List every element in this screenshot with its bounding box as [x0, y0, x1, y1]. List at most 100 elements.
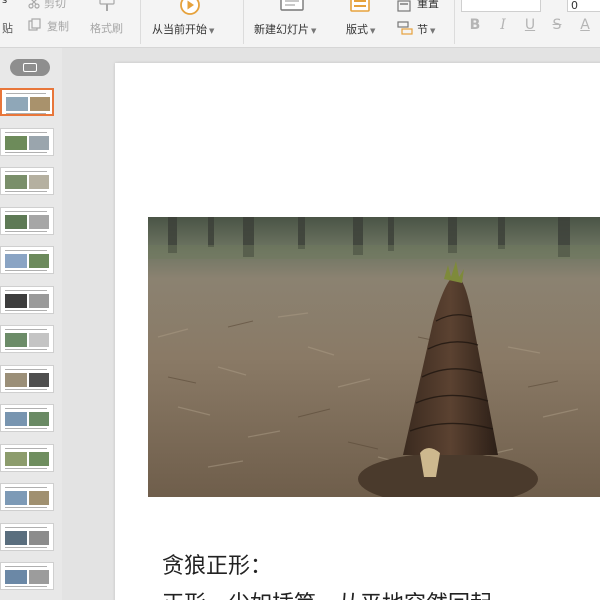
- thumbnail-picture: [5, 214, 27, 229]
- thumbnail-text-line: [5, 566, 47, 567]
- chevron-down-icon[interactable]: ▼: [311, 27, 316, 35]
- chevron-down-icon[interactable]: ▼: [370, 27, 375, 35]
- slide-thumbnail[interactable]: [0, 88, 54, 116]
- thumbnail-text-line: [5, 447, 47, 449]
- ribbon-separator: [243, 0, 244, 44]
- copy-icon[interactable]: [28, 17, 42, 31]
- panel-toggle-button[interactable]: [10, 59, 50, 76]
- play-from-current-label: 从当前开始: [152, 23, 207, 36]
- layout-icon[interactable]: [350, 0, 370, 13]
- section-label: 节: [417, 23, 428, 36]
- thumbnail-picture: [29, 412, 49, 426]
- ribbon-cut-fragment: s: [2, 0, 8, 6]
- new-slide-label: 新建幻灯片: [254, 23, 309, 36]
- thumbnail-picture: [29, 451, 49, 466]
- slide-thumbnail-panel: [0, 48, 62, 600]
- thumbnail-picture: [5, 491, 27, 505]
- reset-button[interactable]: 重置: [417, 0, 439, 11]
- thumbnail-text-line: [5, 428, 47, 429]
- thumbnail-text-line: [5, 289, 47, 291]
- play-circle-icon[interactable]: [178, 0, 202, 17]
- slide-thumbnail[interactable]: [0, 522, 54, 551]
- thumbnail-picture: [29, 135, 49, 150]
- thumbnail-text-line: [5, 151, 47, 153]
- thumbnail-picture: [5, 333, 27, 347]
- scissors-icon[interactable]: [28, 0, 42, 9]
- slide-thumbnail[interactable]: [0, 404, 54, 432]
- thumbnail-picture: [29, 372, 49, 387]
- copy-button[interactable]: 复制: [47, 18, 69, 34]
- thumbnail-picture: [29, 530, 49, 545]
- thumbnail-picture: [5, 254, 27, 268]
- thumbnail-picture: [5, 570, 27, 584]
- format-painter-icon[interactable]: [97, 0, 117, 12]
- thumbnail-text-line: [5, 171, 47, 172]
- layout-label: 版式: [346, 23, 368, 36]
- slide-thumbnail[interactable]: [0, 443, 54, 472]
- section-button[interactable]: 节 ▼: [417, 21, 435, 37]
- thumbnail-picture: [29, 214, 49, 229]
- thumbnail-text-line: [5, 191, 47, 192]
- thumbnail-text-line: [5, 349, 47, 350]
- slide-body-text[interactable]: 正形，尖如插笋，从平地突然回起: [162, 586, 492, 600]
- slide-thumbnail[interactable]: [0, 167, 54, 195]
- italic-button[interactable]: I: [494, 17, 512, 33]
- thumbnail-picture: [5, 175, 27, 189]
- strikethrough-button[interactable]: S: [548, 17, 566, 33]
- thumbnail-text-line: [5, 329, 47, 330]
- thumbnail-picture: [29, 254, 49, 268]
- slides-view-icon: [23, 63, 37, 72]
- slide-thumbnail[interactable]: [0, 127, 54, 156]
- slide-thumbnail[interactable]: [0, 206, 54, 235]
- thumbnail-text-line: [5, 131, 47, 133]
- thumbnail-text-line: [5, 467, 47, 469]
- thumbnail-picture: [29, 491, 49, 505]
- font-name-dropdown[interactable]: [461, 0, 541, 12]
- thumbnail-picture: [5, 451, 27, 466]
- thumbnail-picture: [6, 97, 28, 111]
- new-slide-icon[interactable]: [279, 0, 305, 14]
- reset-icon[interactable]: [397, 0, 411, 12]
- thumbnail-picture: [29, 175, 49, 189]
- chevron-down-icon[interactable]: ▼: [430, 27, 435, 35]
- thumbnail-text-line: [5, 270, 47, 271]
- ribbon-separator: [140, 0, 141, 44]
- thumbnail-text-line: [5, 526, 47, 528]
- slide-thumbnail[interactable]: [0, 325, 54, 353]
- slide-thumbnail[interactable]: [0, 364, 54, 393]
- thumbnail-text-line: [5, 546, 47, 548]
- ribbon-separator: [454, 0, 455, 44]
- thumbnail-picture: [29, 293, 49, 308]
- thumbnail-picture: [29, 570, 49, 584]
- font-size-input[interactable]: 0: [567, 0, 600, 12]
- slide-thumbnail[interactable]: [0, 562, 54, 590]
- chevron-down-icon[interactable]: ▼: [209, 27, 214, 35]
- clipboard-tail-label: 贴: [2, 22, 13, 35]
- thumbnail-text-line: [5, 388, 47, 390]
- slide-heading[interactable]: 贪狼正形：: [162, 548, 272, 580]
- slide-thumbnail[interactable]: [0, 246, 54, 274]
- slide-thumbnail[interactable]: [0, 483, 54, 511]
- thumbnail-text-line: [5, 507, 47, 508]
- thumbnail-text-line: [5, 210, 47, 212]
- underline-button[interactable]: U: [521, 17, 539, 33]
- slide-thumbnail[interactable]: [0, 285, 54, 314]
- bold-button[interactable]: B: [466, 17, 484, 33]
- play-from-current-button[interactable]: 从当前开始 ▼: [152, 21, 214, 37]
- format-painter-button[interactable]: 格式刷: [90, 20, 123, 36]
- thumbnail-picture: [5, 412, 27, 426]
- cut-button[interactable]: 剪切: [44, 0, 66, 11]
- thumbnail-picture: [5, 530, 27, 545]
- section-icon[interactable]: [397, 20, 413, 35]
- font-color-button[interactable]: A: [576, 17, 594, 33]
- thumbnail-text-line: [5, 368, 47, 370]
- thumbnail-text-line: [5, 586, 47, 587]
- bamboo-shoot-photo[interactable]: [148, 217, 600, 497]
- thumbnail-text-line: [5, 250, 47, 251]
- thumbnail-text-line: [5, 487, 47, 488]
- new-slide-button[interactable]: 新建幻灯片 ▼: [254, 21, 316, 37]
- thumbnail-text-line: [5, 408, 47, 409]
- ribbon-toolbar: s 剪切 复制 贴 格式刷 从当前开始 ▼ 新建幻灯片 ▼ 版式 ▼ 重置 节 ▼ 0 …: [0, 0, 600, 48]
- layout-button[interactable]: 版式 ▼: [346, 21, 375, 37]
- thumbnail-text-line: [6, 113, 46, 114]
